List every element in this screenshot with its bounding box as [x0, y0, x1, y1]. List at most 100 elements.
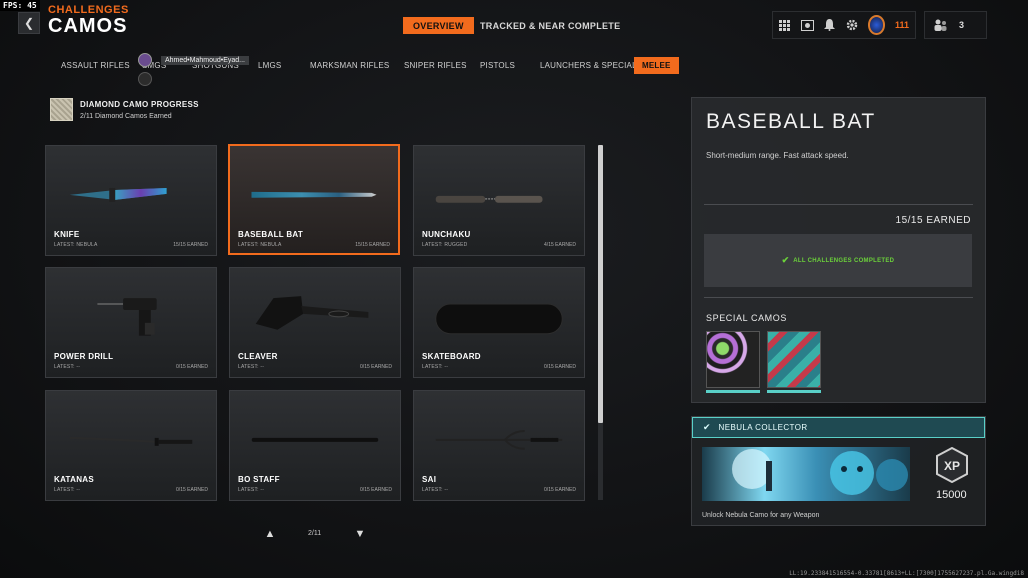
- avatar-secondary: [138, 72, 152, 86]
- chevron-down-icon: ▼: [354, 528, 366, 540]
- reward-description: Unlock Nebula Camo for any Weapon: [702, 512, 820, 519]
- back-button[interactable]: ❮: [18, 12, 40, 34]
- prestige-badge-icon[interactable]: [867, 15, 885, 35]
- weapon-name: POWER DRILL: [54, 352, 114, 361]
- check-icon: ✔: [781, 255, 790, 265]
- party-icon: [933, 18, 947, 32]
- build-string: LL:19.233841516554-0.33781[8613+LL:[7300…: [789, 570, 1024, 577]
- weapon-earned: 0/15 EARNED: [176, 487, 208, 493]
- weapon-latest: LATEST: --: [422, 364, 449, 370]
- chevron-up-icon: ▲: [264, 528, 276, 540]
- diamond-progress-subtitle: 2/11 Diamond Camos Earned: [80, 113, 172, 120]
- reward-panel: ✔ NEBULA COLLECTOR XP 15000 Unlock Nebul…: [691, 416, 986, 526]
- store-icon[interactable]: [800, 18, 814, 32]
- category-pistols[interactable]: PISTOLS: [472, 57, 523, 74]
- weapon-card-katanas[interactable]: KATANAS LATEST: -- 0/15 EARNED: [45, 390, 217, 501]
- cleaver-icon: [255, 296, 369, 330]
- weapon-card-nunchaku[interactable]: NUNCHAKU LATEST: RUGGED 4/15 EARNED: [413, 145, 585, 256]
- scrollbar-thumb[interactable]: [598, 145, 603, 423]
- party-count: 3: [959, 20, 965, 30]
- page-title: CAMOS: [48, 15, 128, 37]
- nunchaku-icon: [435, 195, 543, 203]
- detail-panel: BASEBALL BAT Short-medium range. Fast at…: [691, 97, 986, 403]
- xp-label: XP: [944, 459, 960, 473]
- power-drill-icon: [97, 298, 157, 336]
- page-indicator: 2/11: [308, 530, 322, 537]
- fps-value: 45: [27, 1, 37, 10]
- weapon-earned: 4/15 EARNED: [544, 242, 576, 248]
- weapon-earned: 0/15 EARNED: [360, 487, 392, 493]
- weapon-latest: LATEST: --: [54, 487, 81, 493]
- diamond-camo-icon: [50, 98, 73, 121]
- tab-overview[interactable]: OVERVIEW: [403, 17, 474, 34]
- completion-status: ✔ ALL CHALLENGES COMPLETED: [704, 234, 972, 287]
- grid-icon[interactable]: [779, 18, 791, 32]
- category-assault-rifles[interactable]: ASSAULT RIFLES: [53, 57, 138, 74]
- knife-icon: [69, 187, 167, 202]
- weapon-name: SAI: [422, 475, 437, 484]
- weapon-card-sai[interactable]: SAI LATEST: -- 0/15 EARNED: [413, 390, 585, 501]
- weapon-latest: LATEST: RUGGED: [422, 242, 468, 248]
- weapon-latest: LATEST: --: [238, 487, 265, 493]
- xp-icon: XP: [936, 447, 968, 483]
- baseball-bat-icon: [251, 191, 377, 198]
- weapon-card-skateboard[interactable]: SKATEBOARD LATEST: -- 0/15 EARNED: [413, 267, 585, 378]
- weapon-name: SKATEBOARD: [422, 352, 481, 361]
- player-level: 111: [894, 20, 909, 30]
- skateboard-icon: [435, 303, 563, 335]
- special-camo-2[interactable]: [767, 331, 821, 388]
- weapon-latest: LATEST: NEBULA: [54, 242, 98, 248]
- weapon-card-bo-staff[interactable]: BO STAFF LATEST: -- 0/15 EARNED: [229, 390, 401, 501]
- check-icon: ✔: [703, 422, 711, 432]
- category-launchers-specials[interactable]: LAUNCHERS & SPECIALS: [532, 57, 650, 74]
- weapon-earned: 15/15 EARNED: [173, 242, 208, 248]
- sai-icon: [435, 430, 563, 450]
- category-melee[interactable]: MELEE: [634, 57, 679, 74]
- detail-description: Short-medium range. Fast attack speed.: [706, 151, 849, 160]
- page-down-button[interactable]: ▼: [352, 526, 368, 542]
- avatar: [138, 53, 152, 67]
- katana-icon: [69, 436, 193, 446]
- fps-label: FPS:: [3, 1, 23, 10]
- chevron-left-icon: ❮: [23, 16, 35, 30]
- category-lmgs[interactable]: LMGS: [250, 57, 289, 74]
- weapon-latest: LATEST: NEBULA: [238, 242, 282, 248]
- page-up-button[interactable]: ▲: [262, 526, 278, 542]
- bell-icon[interactable]: [824, 18, 836, 32]
- reward-image: [702, 447, 910, 501]
- weapon-card-baseball-bat[interactable]: BASEBALL BAT LATEST: NEBULA 15/15 EARNED: [228, 144, 400, 255]
- weapon-earned: 0/15 EARNED: [544, 364, 576, 370]
- fps-counter: FPS: 45: [0, 0, 40, 11]
- weapon-name: KNIFE: [54, 230, 80, 239]
- weapon-latest: LATEST: --: [238, 364, 265, 370]
- weapon-latest: LATEST: --: [422, 487, 449, 493]
- weapon-name: BASEBALL BAT: [238, 230, 304, 239]
- category-marksman-rifles[interactable]: MARKSMAN RIFLES: [302, 57, 397, 74]
- weapon-earned: 0/15 EARNED: [176, 364, 208, 370]
- weapon-name: KATANAS: [54, 475, 95, 484]
- weapon-card-knife[interactable]: KNIFE LATEST: NEBULA 15/15 EARNED: [45, 145, 217, 256]
- party-bar[interactable]: 3: [924, 11, 987, 39]
- system-bar: 111: [772, 11, 916, 39]
- reward-title: NEBULA COLLECTOR: [718, 423, 808, 432]
- divider: [704, 297, 973, 298]
- xp-amount: 15000: [936, 489, 967, 501]
- detail-earned: 15/15 EARNED: [895, 215, 971, 226]
- weapon-latest: LATEST: --: [54, 364, 81, 370]
- category-sniper-rifles[interactable]: SNIPER RIFLES: [396, 57, 475, 74]
- special-camo-1[interactable]: [706, 331, 760, 388]
- weapon-earned: 15/15 EARNED: [355, 242, 390, 248]
- completion-text: ALL CHALLENGES COMPLETED: [793, 257, 895, 264]
- detail-title: BASEBALL BAT: [706, 110, 876, 133]
- weapon-card-cleaver[interactable]: CLEAVER LATEST: -- 0/15 EARNED: [229, 267, 401, 378]
- bo-staff-icon: [251, 437, 379, 442]
- weapon-card-power-drill[interactable]: POWER DRILL LATEST: -- 0/15 EARNED: [45, 267, 217, 378]
- tab-tracked[interactable]: TRACKED & NEAR COMPLETE: [470, 17, 630, 34]
- reward-header: ✔ NEBULA COLLECTOR: [692, 417, 985, 438]
- gear-icon[interactable]: [846, 18, 858, 32]
- special-camos-label: SPECIAL CAMOS: [706, 313, 787, 323]
- weapon-name: NUNCHAKU: [422, 230, 471, 239]
- diamond-progress-title: DIAMOND CAMO PROGRESS: [80, 100, 199, 109]
- weapon-earned: 0/15 EARNED: [360, 364, 392, 370]
- weapon-name: CLEAVER: [238, 352, 278, 361]
